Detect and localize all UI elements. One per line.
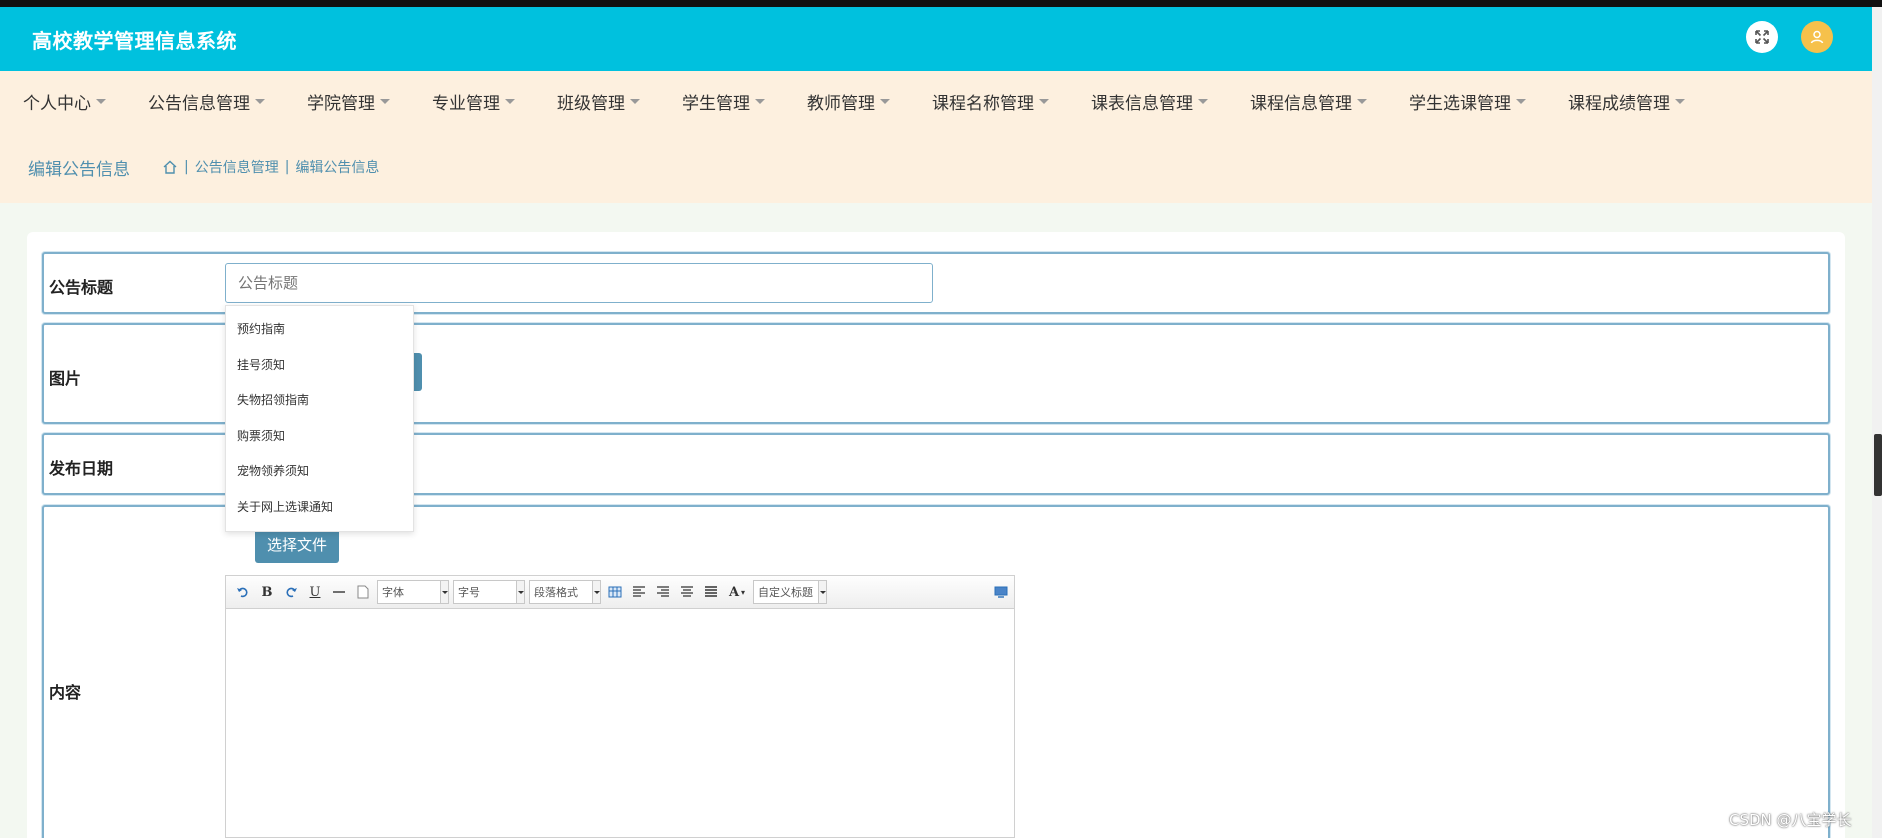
chevron-down-icon — [592, 581, 600, 603]
autocomplete-option[interactable]: 关于网上选课通知 — [237, 498, 333, 515]
user-icon — [1810, 30, 1824, 44]
chevron-down-icon — [440, 581, 448, 603]
caret-down-icon — [1516, 98, 1526, 104]
caret-down-icon — [755, 98, 765, 104]
caret-down-icon — [1198, 98, 1208, 104]
home-icon[interactable] — [162, 159, 178, 175]
nav-item-label: 教师管理 — [807, 93, 875, 114]
chevron-down-icon — [516, 581, 524, 603]
preview-icon[interactable] — [994, 583, 1008, 602]
user-avatar-button[interactable] — [1801, 21, 1833, 53]
chevron-down-icon — [818, 581, 826, 603]
custom-heading-value: 自定义标题 — [758, 586, 813, 599]
breadcrumb-bar: 编辑公告信息 | 公告信息管理 | 编辑公告信息 — [0, 131, 1872, 203]
caret-down-icon — [380, 98, 390, 104]
font-size-select[interactable]: 字号 — [453, 580, 525, 604]
table-icon[interactable] — [605, 582, 625, 602]
caret-down-icon — [505, 98, 515, 104]
editor-content-area[interactable] — [226, 609, 1014, 838]
page-scrollbar[interactable] — [1872, 7, 1882, 838]
nav-item-course-selection[interactable]: 学生选课管理 — [1409, 89, 1526, 114]
autocomplete-option[interactable]: 购票须知 — [237, 427, 285, 444]
paragraph-format-value: 段落格式 — [534, 586, 578, 599]
paragraph-format-select[interactable]: 段落格式 — [529, 580, 601, 604]
breadcrumb: | 公告信息管理 | 编辑公告信息 — [162, 157, 379, 177]
window-top-strip — [0, 0, 1882, 7]
nav-item-teachers[interactable]: 教师管理 — [807, 89, 890, 114]
app-title: 高校教学管理信息系统 — [32, 28, 237, 53]
image-label: 图片 — [49, 369, 82, 388]
title-input[interactable] — [225, 263, 933, 303]
caret-down-icon — [1675, 98, 1685, 104]
nav-item-label: 学院管理 — [307, 93, 375, 114]
breadcrumb-separator: | — [184, 159, 189, 175]
align-right-icon[interactable] — [653, 582, 673, 602]
font-family-value: 字体 — [382, 586, 404, 599]
nav-item-announcements[interactable]: 公告信息管理 — [148, 89, 265, 114]
caret-down-icon — [1039, 98, 1049, 104]
align-justify-icon[interactable] — [701, 582, 721, 602]
nav-item-label: 课表信息管理 — [1091, 93, 1193, 114]
watermark: CSDN @八宝学长 — [1729, 811, 1852, 829]
autocomplete-option[interactable]: 宠物领养须知 — [237, 462, 309, 479]
nav-item-label: 学生选课管理 — [1409, 93, 1511, 114]
expand-icon — [1755, 30, 1769, 44]
font-family-select[interactable]: 字体 — [377, 580, 449, 604]
nav-item-label: 课程信息管理 — [1250, 93, 1352, 114]
custom-heading-select[interactable]: 自定义标题 — [753, 580, 827, 604]
align-center-icon[interactable] — [677, 582, 697, 602]
nav-item-colleges[interactable]: 学院管理 — [307, 89, 390, 114]
nav-item-classes[interactable]: 班级管理 — [557, 89, 640, 114]
app-header: 高校教学管理信息系统 — [0, 7, 1872, 71]
breadcrumb-separator: | — [284, 159, 290, 175]
nav-item-label: 公告信息管理 — [148, 93, 250, 114]
autocomplete-option[interactable]: 挂号须知 — [237, 356, 285, 373]
nav-item-label: 班级管理 — [557, 93, 625, 114]
horizontal-rule-icon[interactable] — [329, 582, 349, 602]
content-label: 内容 — [49, 683, 82, 702]
nav-item-label: 学生管理 — [682, 93, 750, 114]
nav-item-personal-center[interactable]: 个人中心 — [23, 89, 106, 114]
page-title: 编辑公告信息 — [28, 159, 130, 180]
page-icon[interactable] — [353, 582, 373, 602]
main-nav: 个人中心 公告信息管理 学院管理 专业管理 班级管理 学生管理 教师管理 课程名… — [0, 71, 1872, 131]
date-label: 发布日期 — [49, 459, 114, 478]
caret-down-icon — [96, 98, 106, 104]
autocomplete-option[interactable]: 失物招领指南 — [237, 391, 309, 408]
breadcrumb-item-edit: 编辑公告信息 — [295, 160, 380, 176]
undo-icon[interactable] — [233, 582, 253, 602]
nav-item-course-info[interactable]: 课程信息管理 — [1250, 89, 1367, 114]
font-size-value: 字号 — [458, 586, 480, 599]
editor-toolbar: B U 字体 字号 段落格式 A ▾ 自定义标题 — [226, 576, 1014, 609]
align-left-icon[interactable] — [629, 582, 649, 602]
autocomplete-dropdown: 预约指南 挂号须知 失物招领指南 购票须知 宠物领养须知 关于网上选课通知 — [225, 305, 414, 532]
nav-item-timetables[interactable]: 课表信息管理 — [1091, 89, 1208, 114]
page-scrollbar-thumb[interactable] — [1874, 434, 1882, 496]
title-label: 公告标题 — [49, 278, 114, 297]
breadcrumb-item-announcements[interactable]: 公告信息管理 — [195, 157, 279, 177]
nav-item-course-names[interactable]: 课程名称管理 — [932, 89, 1049, 114]
font-color-icon[interactable]: A ▾ — [725, 582, 749, 602]
caret-down-icon — [255, 98, 265, 104]
nav-item-label: 专业管理 — [432, 93, 500, 114]
redo-icon[interactable] — [281, 582, 301, 602]
caret-down-icon — [1357, 98, 1367, 104]
bold-icon[interactable]: B — [257, 582, 277, 602]
nav-item-students[interactable]: 学生管理 — [682, 89, 765, 114]
rich-text-editor: B U 字体 字号 段落格式 A ▾ 自定义标题 — [225, 575, 1015, 838]
autocomplete-option[interactable]: 预约指南 — [237, 320, 285, 337]
caret-down-icon — [630, 98, 640, 104]
nav-item-label: 课程成绩管理 — [1568, 93, 1670, 114]
caret-down-icon — [880, 98, 890, 104]
nav-item-grades[interactable]: 课程成绩管理 — [1568, 89, 1685, 114]
nav-item-label: 个人中心 — [23, 93, 91, 114]
underline-icon[interactable]: U — [305, 582, 325, 602]
fullscreen-button[interactable] — [1746, 21, 1778, 53]
nav-item-label: 课程名称管理 — [932, 93, 1034, 114]
nav-item-majors[interactable]: 专业管理 — [432, 89, 515, 114]
